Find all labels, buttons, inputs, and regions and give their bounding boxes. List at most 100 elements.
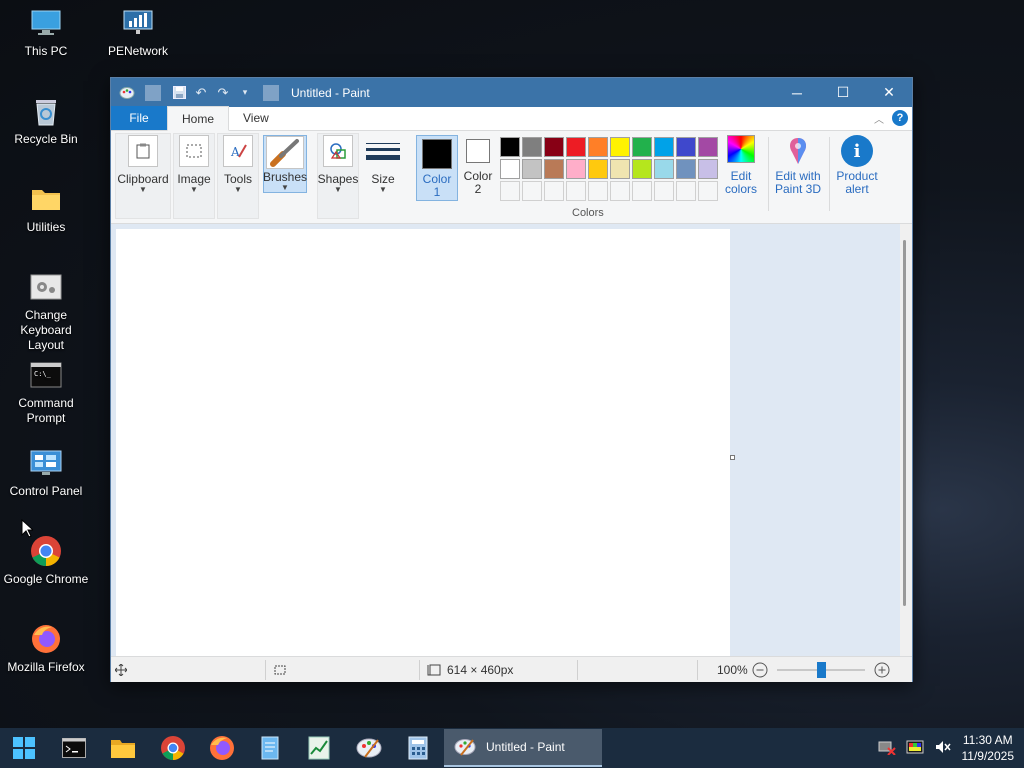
- taskbar-calculator[interactable]: [396, 728, 440, 768]
- desktop-icon-google-chrome[interactable]: Google Chrome: [0, 534, 92, 587]
- palette-color-swatch[interactable]: [566, 137, 586, 157]
- palette-color-swatch[interactable]: [500, 159, 520, 179]
- status-divider: [577, 660, 578, 680]
- scrollbar-thumb[interactable]: [903, 240, 906, 606]
- taskbar-google-chrome[interactable]: [151, 728, 195, 768]
- canvas-resize-handle[interactable]: [730, 455, 735, 460]
- image-button[interactable]: Image ▼: [177, 135, 211, 194]
- taskbar-task-manager[interactable]: [297, 728, 341, 768]
- clock[interactable]: 11:30 AM 11/9/2025: [962, 732, 1015, 764]
- desktop-icon-recycle-bin[interactable]: Recycle Bin: [0, 94, 92, 147]
- network-status-icon[interactable]: [878, 739, 896, 758]
- desktop-icon-mozilla-firefox[interactable]: Mozilla Firefox: [0, 622, 92, 675]
- palette-custom-slot[interactable]: [676, 181, 696, 201]
- palette-color-swatch[interactable]: [676, 159, 696, 179]
- palette-custom-slot[interactable]: [632, 181, 652, 201]
- palette-color-swatch[interactable]: [522, 159, 542, 179]
- color2-label-line2: 2: [474, 182, 482, 196]
- zoom-slider[interactable]: [777, 657, 865, 683]
- volume-muted-icon[interactable]: [934, 739, 952, 758]
- palette-custom-slot[interactable]: [522, 181, 542, 201]
- svg-text:A: A: [230, 145, 240, 159]
- palette-custom-slot[interactable]: [588, 181, 608, 201]
- desktop-icon-label: PENetwork: [107, 44, 169, 58]
- save-icon[interactable]: [171, 85, 187, 101]
- palette-color-swatch[interactable]: [500, 137, 520, 157]
- color1-label: Color 1: [423, 173, 452, 199]
- desktop-icon-this-pc[interactable]: This PC: [0, 6, 92, 59]
- display-icon[interactable]: [906, 739, 924, 758]
- palette-custom-slot[interactable]: [566, 181, 586, 201]
- taskbar-command-prompt[interactable]: [52, 728, 96, 768]
- task-manager-icon: [308, 736, 330, 760]
- palette-color-swatch[interactable]: [654, 137, 674, 157]
- redo-icon[interactable]: ↷: [215, 85, 231, 101]
- color2-button[interactable]: Color 2: [461, 139, 495, 196]
- edit-colors-button[interactable]: Edit colors: [721, 135, 761, 196]
- edit-with-paint3d-button[interactable]: Edit with Paint 3D: [771, 135, 825, 196]
- palette-color-swatch[interactable]: [698, 137, 718, 157]
- palette-custom-slot[interactable]: [500, 181, 520, 201]
- terminal-icon: C:\_: [29, 358, 63, 392]
- customize-quick-access-icon[interactable]: ▾: [237, 85, 253, 101]
- palette-color-swatch[interactable]: [588, 159, 608, 179]
- title-bar[interactable]: ↶ ↷ ▾ Untitled - Paint ─ ☐ ✕: [111, 78, 912, 107]
- palette-color-swatch[interactable]: [632, 137, 652, 157]
- chrome-icon: [29, 534, 63, 568]
- shapes-button[interactable]: Shapes ▼: [318, 135, 358, 194]
- tab-home[interactable]: Home: [167, 106, 230, 131]
- taskbar-file-explorer[interactable]: [101, 728, 145, 768]
- help-icon[interactable]: ?: [892, 110, 908, 126]
- paint-app-icon[interactable]: [119, 85, 135, 101]
- taskbar-firefox[interactable]: [200, 728, 244, 768]
- palette-color-swatch[interactable]: [610, 137, 630, 157]
- palette-color-swatch[interactable]: [522, 137, 542, 157]
- desktop-icon-utilities[interactable]: Utilities: [0, 182, 92, 235]
- product-alert-button[interactable]: i Product alert: [831, 135, 883, 196]
- paint-palette-icon: [454, 739, 476, 756]
- taskbar-paint-app[interactable]: [347, 728, 391, 768]
- palette-color-swatch[interactable]: [544, 137, 564, 157]
- svg-text:C:\_: C:\_: [34, 370, 52, 378]
- desktop-icon-change-keyboard-layout[interactable]: Change Keyboard Layout: [0, 270, 92, 353]
- zoom-slider-thumb[interactable]: [817, 662, 826, 678]
- desktop-icon-penetwork[interactable]: PENetwork: [92, 6, 184, 59]
- brushes-button[interactable]: Brushes ▼: [263, 135, 307, 193]
- color1-button[interactable]: Color 1: [416, 135, 458, 201]
- start-button[interactable]: [2, 728, 46, 768]
- vertical-scrollbar[interactable]: [900, 224, 912, 656]
- maximize-button[interactable]: ☐: [820, 78, 866, 107]
- desktop-icon-command-prompt[interactable]: C:\_ Command Prompt: [0, 358, 92, 426]
- taskbar-notepad[interactable]: [248, 728, 292, 768]
- undo-icon[interactable]: ↶: [193, 85, 209, 101]
- palette-color-swatch[interactable]: [632, 159, 652, 179]
- taskbar-active-paint-window[interactable]: Untitled - Paint: [444, 729, 602, 767]
- taskbar-active-app-label: Untitled - Paint: [486, 740, 565, 754]
- tab-view[interactable]: View: [229, 106, 283, 130]
- palette-custom-slot[interactable]: [698, 181, 718, 201]
- palette-color-swatch[interactable]: [654, 159, 674, 179]
- palette-color-swatch[interactable]: [588, 137, 608, 157]
- palette-custom-slot[interactable]: [654, 181, 674, 201]
- collapse-ribbon-icon[interactable]: ︿: [874, 111, 884, 126]
- palette-color-swatch[interactable]: [566, 159, 586, 179]
- firefox-icon: [210, 736, 234, 760]
- windows-logo-icon: [13, 737, 35, 759]
- palette-custom-slot[interactable]: [544, 181, 564, 201]
- tools-button[interactable]: A Tools ▼: [221, 135, 255, 194]
- palette-custom-slot[interactable]: [610, 181, 630, 201]
- clipboard-button[interactable]: Clipboard ▼: [117, 135, 169, 194]
- tab-file[interactable]: File: [111, 106, 167, 130]
- zoom-out-button[interactable]: [752, 657, 768, 683]
- palette-color-swatch[interactable]: [610, 159, 630, 179]
- palette-color-swatch[interactable]: [544, 159, 564, 179]
- size-button[interactable]: Size ▼: [365, 135, 401, 194]
- drawing-canvas[interactable]: [116, 229, 730, 656]
- close-button[interactable]: ✕: [866, 78, 912, 107]
- zoom-in-button[interactable]: [874, 657, 890, 683]
- desktop-icon-control-panel[interactable]: Control Panel: [0, 446, 92, 499]
- desktop-icon-label: Utilities: [26, 220, 66, 234]
- minimize-button[interactable]: ─: [774, 78, 820, 107]
- palette-color-swatch[interactable]: [698, 159, 718, 179]
- palette-color-swatch[interactable]: [676, 137, 696, 157]
